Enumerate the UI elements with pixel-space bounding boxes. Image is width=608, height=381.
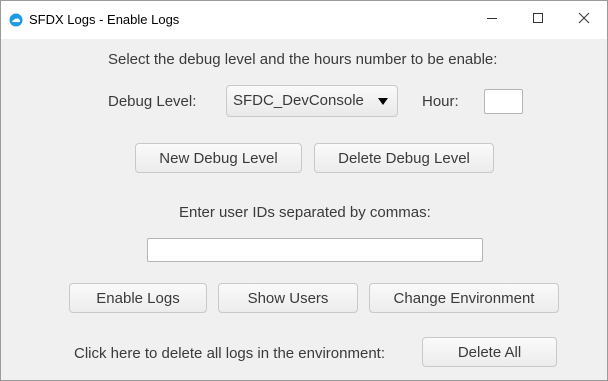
show-users-button[interactable]: Show Users	[218, 283, 358, 313]
salesforce-cloud-icon	[9, 13, 23, 27]
new-debug-level-button[interactable]: New Debug Level	[135, 143, 302, 173]
user-ids-label: Enter user IDs separated by commas:	[179, 204, 431, 221]
close-button[interactable]	[561, 1, 607, 39]
instruction-text: Select the debug level and the hours num…	[108, 51, 498, 68]
delete-all-button[interactable]: Delete All	[422, 337, 557, 367]
hour-label: Hour:	[422, 93, 459, 110]
debug-level-dropdown[interactable]: SFDC_DevConsole	[226, 85, 398, 117]
user-ids-input[interactable]	[147, 238, 483, 262]
maximize-icon	[532, 11, 544, 29]
window-content: Select the debug level and the hours num…	[1, 39, 607, 380]
close-icon	[578, 11, 590, 29]
dropdown-arrow-icon	[378, 98, 388, 105]
hour-input[interactable]	[484, 89, 523, 114]
delete-debug-level-button[interactable]: Delete Debug Level	[314, 143, 494, 173]
window-title: SFDX Logs - Enable Logs	[29, 12, 180, 27]
enable-logs-window: SFDX Logs - Enable Logs Select the debug…	[0, 0, 608, 381]
enable-logs-button[interactable]: Enable Logs	[69, 283, 207, 313]
change-environment-button[interactable]: Change Environment	[369, 283, 559, 313]
minimize-button[interactable]	[469, 1, 515, 39]
debug-level-label: Debug Level:	[108, 93, 197, 110]
debug-level-selected-value: SFDC_DevConsole	[233, 92, 364, 109]
minimize-icon	[486, 11, 498, 29]
maximize-button[interactable]	[515, 1, 561, 39]
title-bar[interactable]: SFDX Logs - Enable Logs	[1, 1, 607, 39]
delete-all-label: Click here to delete all logs in the env…	[74, 345, 386, 362]
